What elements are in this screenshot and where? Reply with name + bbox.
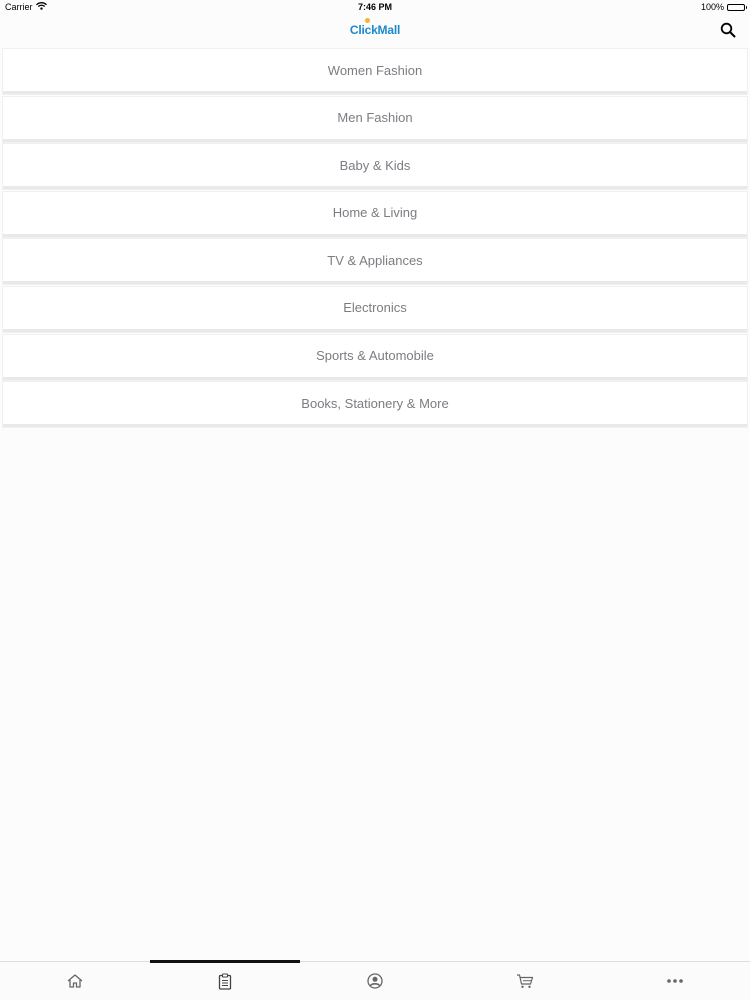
category-item-women-fashion[interactable]: Women Fashion xyxy=(3,49,747,94)
profile-icon xyxy=(367,973,383,989)
tab-bar xyxy=(0,960,750,1000)
tab-profile[interactable] xyxy=(300,962,450,1000)
home-icon xyxy=(67,974,83,988)
category-item-books-stationery[interactable]: Books, Stationery & More xyxy=(3,382,747,428)
battery-icon xyxy=(727,3,747,11)
status-time: 7:46 PM xyxy=(357,2,392,12)
category-item-tv-appliances[interactable]: TV & Appliances xyxy=(3,239,747,285)
category-item-electronics[interactable]: Electronics xyxy=(3,286,747,332)
cart-icon xyxy=(517,974,534,988)
more-icon xyxy=(667,979,683,983)
logo-accent-dot xyxy=(364,18,370,23)
category-item-home-living[interactable]: Home & Living xyxy=(3,191,747,237)
carrier-label: Carrier xyxy=(5,2,33,12)
logo-text: ClickMall xyxy=(349,23,401,37)
nav-bar: ClickMall xyxy=(0,14,750,46)
search-icon xyxy=(720,22,736,38)
app-screen: Carrier 7:46 PM 100% ClickMall Women Fas… xyxy=(0,0,750,1000)
status-bar: Carrier 7:46 PM 100% xyxy=(0,0,750,14)
status-right: 100% xyxy=(700,2,747,12)
tab-categories[interactable] xyxy=(150,960,300,1000)
tab-more[interactable] xyxy=(600,962,750,1000)
search-button[interactable] xyxy=(718,20,738,40)
battery-percent: 100% xyxy=(700,2,724,12)
category-list: Women Fashion Men Fashion Baby & Kids Ho… xyxy=(3,49,747,430)
tab-cart[interactable] xyxy=(450,962,600,1000)
category-item-men-fashion[interactable]: Men Fashion xyxy=(3,96,747,142)
tab-home[interactable] xyxy=(0,962,150,1000)
status-left: Carrier xyxy=(5,2,47,12)
clickmall-logo: ClickMall xyxy=(349,18,401,37)
wifi-icon xyxy=(35,2,47,12)
category-item-sports-automobile[interactable]: Sports & Automobile xyxy=(3,334,747,380)
category-item-baby-kids[interactable]: Baby & Kids xyxy=(3,144,747,190)
clipboard-icon xyxy=(218,972,232,990)
